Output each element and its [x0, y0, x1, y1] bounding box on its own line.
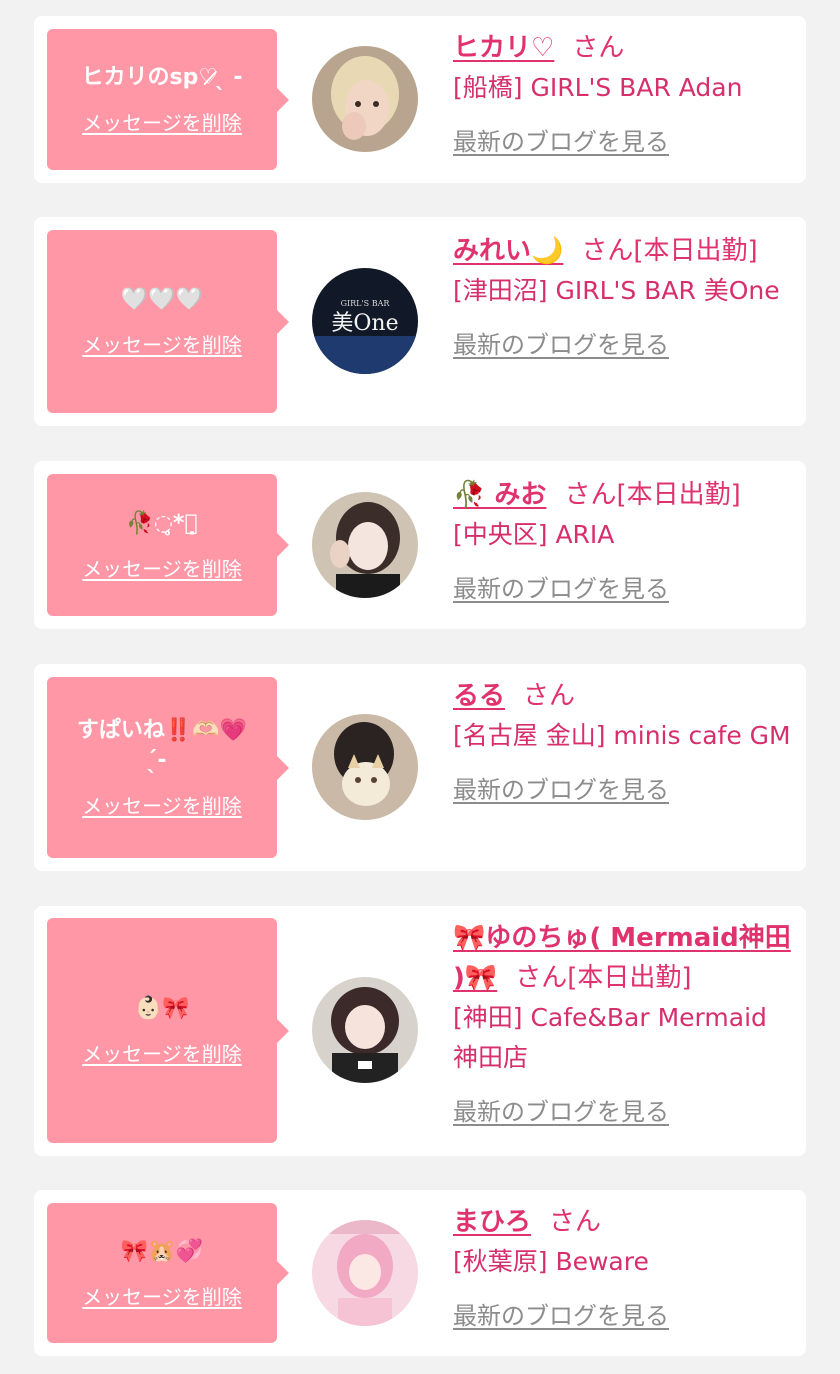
svg-text:GIRL'S BAR: GIRL'S BAR	[341, 299, 391, 308]
name-line: ヒカリ♡ さん	[453, 28, 793, 68]
latest-blog-link[interactable]: 最新のブログを見る	[453, 770, 669, 805]
delete-message-link[interactable]: メッセージを削除	[82, 329, 242, 358]
latest-blog-link[interactable]: 最新のブログを見る	[453, 325, 669, 360]
shop-name: [神田] Cafe&Bar Mermaid 神田店	[453, 1003, 767, 1072]
message-card: 🎀🐹💞 メッセージを削除 まひろ さん [秋葉原] Beware 最新のブログを見…	[34, 1190, 806, 1356]
message-text: 👶🏻🎀	[134, 996, 190, 1021]
message-card: 🥀◌̥*⃝̣ メッセージを削除 🥀 みお さん[本日出勤] [中央区] ARIA …	[34, 461, 806, 629]
delete-message-link[interactable]: メッセージを削除	[82, 1038, 242, 1067]
avatar[interactable]	[312, 46, 418, 152]
message-bubble: 🎀🐹💞 メッセージを削除	[47, 1203, 289, 1343]
message-text: 🥀◌̥*⃝̣	[126, 510, 198, 536]
cast-name-link[interactable]: るる	[453, 681, 505, 711]
message-bubble: 👶🏻🎀 メッセージを削除	[47, 918, 289, 1143]
message-bubble: 🥀◌̥*⃝̣ メッセージを削除	[47, 474, 289, 616]
delete-message-link[interactable]: メッセージを削除	[82, 790, 242, 819]
honorific: さん	[572, 33, 625, 63]
message-card: 👶🏻🎀 メッセージを削除 🎀ゆのちゅ( Mermaid神田 )🎀 さん[本日出勤]…	[34, 906, 806, 1156]
shop-name: [秋葉原] Beware	[453, 1247, 649, 1276]
latest-blog-link[interactable]: 最新のブログを見る	[453, 1296, 669, 1331]
honorific: さん	[549, 1207, 602, 1237]
avatar[interactable]: GIRL'S BAR 美One	[312, 268, 418, 374]
delete-message-link[interactable]: メッセージを削除	[82, 107, 242, 136]
honorific: さん	[515, 963, 568, 993]
work-status: [本日出勤]	[567, 963, 692, 993]
avatar-photo	[312, 714, 418, 820]
name-line: まひろ さん	[453, 1202, 793, 1242]
work-status: [本日出勤]	[616, 480, 741, 510]
avatar[interactable]	[312, 977, 418, 1083]
message-text: 🎀🐹💞	[120, 1238, 204, 1264]
avatar[interactable]	[312, 714, 418, 820]
honorific: さん	[581, 236, 634, 266]
work-status: [本日出勤]	[633, 236, 758, 266]
shop-name: [中央区] ARIA	[453, 520, 615, 549]
cast-name-link[interactable]: みれい🌙	[453, 236, 563, 266]
cast-info: ヒカリ♡ さん [船橋] GIRL'S BAR Adan 最新のブログを見る	[453, 28, 793, 157]
cast-info: まひろ さん [秋葉原] Beware 最新のブログを見る	[453, 1202, 793, 1331]
cast-info: 🥀 みお さん[本日出勤] [中央区] ARIA 最新のブログを見る	[453, 475, 793, 604]
message-text: 🤍🤍🤍	[120, 287, 204, 312]
name-line: 🎀ゆのちゅ( Mermaid神田 )🎀 さん[本日出勤]	[453, 918, 793, 998]
name-line: 🥀 みお さん[本日出勤]	[453, 475, 793, 515]
delete-message-link[interactable]: メッセージを削除	[82, 1281, 242, 1310]
message-bubble: すぱいね‼️🫶🏻💗 ̖́- メッセージを削除	[47, 677, 289, 858]
latest-blog-link[interactable]: 最新のブログを見る	[453, 122, 669, 157]
message-card: 🤍🤍🤍 メッセージを削除 GIRL'S BAR 美One みれい🌙 さん[本日出勤…	[34, 217, 806, 426]
message-text: ヒカリのsp♡̷̷ ̖ -	[81, 65, 243, 90]
avatar-photo	[312, 492, 418, 598]
cast-name-link[interactable]: まひろ	[453, 1207, 531, 1237]
message-text: すぱいね‼️🫶🏻💗 ̖́-	[76, 718, 248, 773]
avatar-photo	[312, 46, 418, 152]
message-bubble: 🤍🤍🤍 メッセージを削除	[47, 230, 289, 413]
cast-name-link[interactable]: ヒカリ♡	[453, 33, 554, 63]
shop-name: [船橋] GIRL'S BAR Adan	[453, 73, 743, 102]
avatar-photo	[312, 977, 418, 1083]
message-bubble: ヒカリのsp♡̷̷ ̖ - メッセージを削除	[47, 29, 289, 170]
latest-blog-link[interactable]: 最新のブログを見る	[453, 1092, 669, 1127]
name-line: みれい🌙 さん[本日出勤]	[453, 231, 793, 271]
svg-text:美One: 美One	[331, 311, 398, 336]
honorific: さん	[523, 681, 576, 711]
avatar-photo: GIRL'S BAR 美One	[312, 268, 418, 374]
cast-info: 🎀ゆのちゅ( Mermaid神田 )🎀 さん[本日出勤] [神田] Cafe&Ba…	[453, 918, 793, 1127]
avatar[interactable]	[312, 492, 418, 598]
honorific: さん	[564, 480, 617, 510]
avatar-photo	[312, 1220, 418, 1326]
cast-info: みれい🌙 さん[本日出勤] [津田沼] GIRL'S BAR 美One 最新のブロ…	[453, 231, 793, 360]
name-line: るる さん	[453, 676, 793, 716]
shop-name: [津田沼] GIRL'S BAR 美One	[453, 276, 780, 305]
message-card: ヒカリのsp♡̷̷ ̖ - メッセージを削除 ヒカリ♡ さん [船橋] GIRL'…	[34, 16, 806, 183]
message-card: すぱいね‼️🫶🏻💗 ̖́- メッセージを削除 るる さん [名古屋 金山] min…	[34, 664, 806, 871]
cast-name-link[interactable]: 🥀 みお	[453, 480, 546, 510]
latest-blog-link[interactable]: 最新のブログを見る	[453, 569, 669, 604]
delete-message-link[interactable]: メッセージを削除	[82, 553, 242, 582]
cast-info: るる さん [名古屋 金山] minis cafe GM 最新のブログを見る	[453, 676, 793, 805]
avatar[interactable]	[312, 1220, 418, 1326]
shop-name: [名古屋 金山] minis cafe GM	[453, 721, 791, 750]
